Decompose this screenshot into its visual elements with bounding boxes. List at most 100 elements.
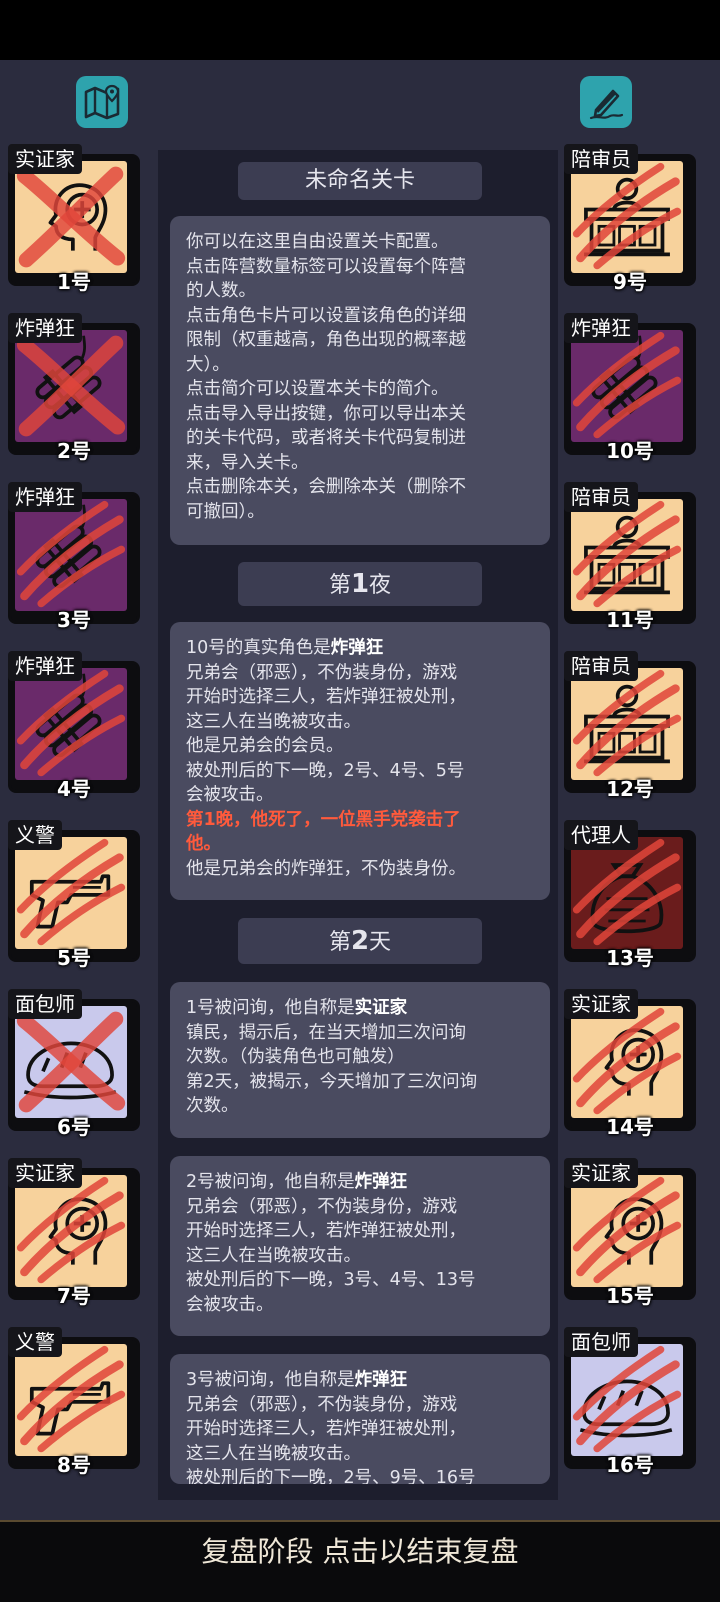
log-line: 来，导入关卡。: [186, 452, 309, 473]
role-name: 实证家: [354, 998, 408, 1018]
role-tag: 代理人: [564, 820, 638, 850]
log-line: 点击导入导出按键，你可以导出本关: [186, 403, 466, 424]
role-card[interactable]: 陪审员 11号: [564, 482, 698, 632]
card-art: [571, 1344, 683, 1456]
card-art: [571, 837, 683, 949]
log-line: 点击简介可以设置本关卡的简介。: [186, 379, 449, 399]
log-subject: 3号被问询，他自称是: [186, 1370, 355, 1390]
claw-mark-icon: [572, 162, 682, 270]
cross-mark-icon: [16, 166, 126, 268]
end-review-bar[interactable]: 复盘阶段 点击以结束复盘: [0, 1520, 720, 1602]
log-subject: 10号的真实角色是: [186, 638, 331, 658]
card-art: [571, 499, 683, 611]
role-name: 炸弹狂: [354, 1370, 408, 1390]
log-line: 开始时选择三人，若炸弹狂被处刑，: [186, 1419, 466, 1439]
log-line: 第1晚，他死了，一位黑手党袭击了: [186, 809, 461, 830]
role-card[interactable]: 面包师 6号: [8, 989, 142, 1139]
card-art: [15, 1344, 127, 1456]
role-tag: 炸弹狂: [564, 313, 638, 343]
role-name: 炸弹狂: [330, 638, 384, 658]
claw-mark-icon: [572, 331, 682, 439]
log-line: 会被攻击。: [186, 785, 274, 805]
log-line: 你可以在这里自由设置关卡配置。: [186, 232, 449, 252]
log-subject: 2号被问询，他自称是: [186, 1172, 355, 1192]
player-number: 14号: [606, 1115, 654, 1139]
claw-mark-icon: [572, 669, 682, 777]
role-tag: 陪审员: [564, 651, 638, 681]
log-line: 次数。: [186, 1096, 239, 1116]
player-number: 16号: [606, 1453, 654, 1477]
role-card[interactable]: 陪审员 9号: [564, 144, 698, 294]
log-line: 次数。（伪装角色也可触发）: [186, 1047, 405, 1067]
night-header: 第1夜: [238, 562, 482, 606]
log-entry[interactable]: 10号的真实角色是炸弹狂 兄弟会（邪恶），不伪装身份，游戏 开始时选择三人，若炸弹狂…: [170, 622, 550, 900]
log-headline: 1号被问询，他自称是实证家: [186, 996, 534, 1021]
log-line: 被处刑后的下一晚，2号、9号、16号: [186, 1468, 476, 1484]
role-card[interactable]: 实证家 14号: [564, 989, 698, 1139]
edit-button[interactable]: [580, 76, 632, 128]
role-tag: 实证家: [564, 1158, 638, 1188]
player-number: 15号: [606, 1284, 654, 1308]
log-entry[interactable]: 3号被问询，他自称是炸弹狂 兄弟会（邪恶），不伪装身份，游戏 开始时选择三人，若炸弹…: [170, 1354, 550, 1484]
log-line: 被处刑后的下一晚，2号、4号、5号: [186, 760, 465, 781]
role-tag: 面包师: [564, 1327, 638, 1357]
log-line: 第2天，被揭示，今天增加了三次问询: [186, 1071, 478, 1092]
cross-mark-icon: [16, 1011, 126, 1113]
role-card[interactable]: 陪审员 12号: [564, 651, 698, 801]
log-line: 限制（权重越高，角色出现的概率越: [186, 330, 466, 350]
role-card[interactable]: 面包师 16号: [564, 1327, 698, 1477]
claw-mark-icon: [16, 838, 126, 946]
player-number: 1号: [57, 270, 91, 294]
intro-card[interactable]: 你可以在这里自由设置关卡配置。 点击阵营数量标签可以设置每个阵营 的人数。 点击角色卡…: [170, 216, 550, 545]
role-tag: 炸弹狂: [8, 313, 82, 343]
log-entry[interactable]: 2号被问询，他自称是炸弹狂 兄弟会（邪恶），不伪装身份，游戏 开始时选择三人，若炸弹…: [170, 1156, 550, 1336]
cross-mark-icon: [16, 335, 126, 437]
role-card[interactable]: 代理人 13号: [564, 820, 698, 970]
end-review-label: 复盘阶段 点击以结束复盘: [201, 1535, 519, 1568]
role-tag: 陪审员: [564, 482, 638, 512]
card-art: [15, 668, 127, 780]
role-card[interactable]: 实证家 1号: [8, 144, 142, 294]
log-headline: 10号的真实角色是炸弹狂: [186, 636, 534, 661]
log-entry[interactable]: 1号被问询，他自称是实证家 镇民，揭示后，在当天增加三次问询 次数。（伪装角色也可触…: [170, 982, 550, 1138]
role-name: 炸弹狂: [354, 1172, 408, 1192]
claw-mark-icon: [572, 1176, 682, 1284]
claw-mark-icon: [572, 1007, 682, 1115]
log-headline: 2号被问询，他自称是炸弹狂: [186, 1170, 534, 1195]
role-card[interactable]: 实证家 15号: [564, 1158, 698, 1308]
claw-mark-icon: [16, 500, 126, 608]
role-card[interactable]: 义警 5号: [8, 820, 142, 970]
role-card[interactable]: 义警 8号: [8, 1327, 142, 1477]
map-icon: [84, 84, 120, 120]
player-number: 8号: [57, 1453, 91, 1477]
log-line: 这三人在当晚被攻击。: [186, 711, 361, 732]
role-card[interactable]: 炸弹狂 10号: [564, 313, 698, 463]
level-title-button[interactable]: 未命名关卡: [238, 162, 482, 200]
card-art: [15, 1175, 127, 1287]
role-tag: 面包师: [8, 989, 82, 1019]
log-line: 他是兄弟会的会员。: [186, 736, 344, 756]
role-card[interactable]: 炸弹狂 2号: [8, 313, 142, 463]
role-card[interactable]: 炸弹狂 4号: [8, 651, 142, 801]
claw-mark-icon: [16, 669, 126, 777]
log-line: 这三人在当晚被攻击。: [186, 1245, 361, 1266]
log-line: 点击阵营数量标签可以设置每个阵营: [186, 256, 466, 277]
role-tag: 实证家: [8, 1158, 82, 1188]
map-button[interactable]: [76, 76, 128, 128]
claw-mark-icon: [16, 1176, 126, 1284]
player-number: 11号: [606, 608, 654, 632]
log-line: 兄弟会（邪恶），不伪装身份，游戏: [186, 662, 458, 683]
role-tag: 炸弹狂: [8, 482, 82, 512]
log-line: 被处刑后的下一晚，3号、4号、13号: [186, 1270, 476, 1290]
claw-mark-icon: [572, 1345, 682, 1453]
log-line: 镇民，揭示后，在当天增加三次问询: [186, 1022, 466, 1043]
log-line: 点击角色卡片可以设置该角色的详细: [186, 305, 466, 326]
role-tag: 义警: [8, 820, 62, 850]
role-card[interactable]: 炸弹狂 3号: [8, 482, 142, 632]
role-tag: 实证家: [8, 144, 82, 174]
log-headline: 3号被问询，他自称是炸弹狂: [186, 1368, 534, 1393]
player-number: 5号: [57, 946, 91, 970]
role-card[interactable]: 实证家 7号: [8, 1158, 142, 1308]
card-art: [15, 837, 127, 949]
log-line: 兄弟会（邪恶），不伪装身份，游戏: [186, 1196, 458, 1217]
